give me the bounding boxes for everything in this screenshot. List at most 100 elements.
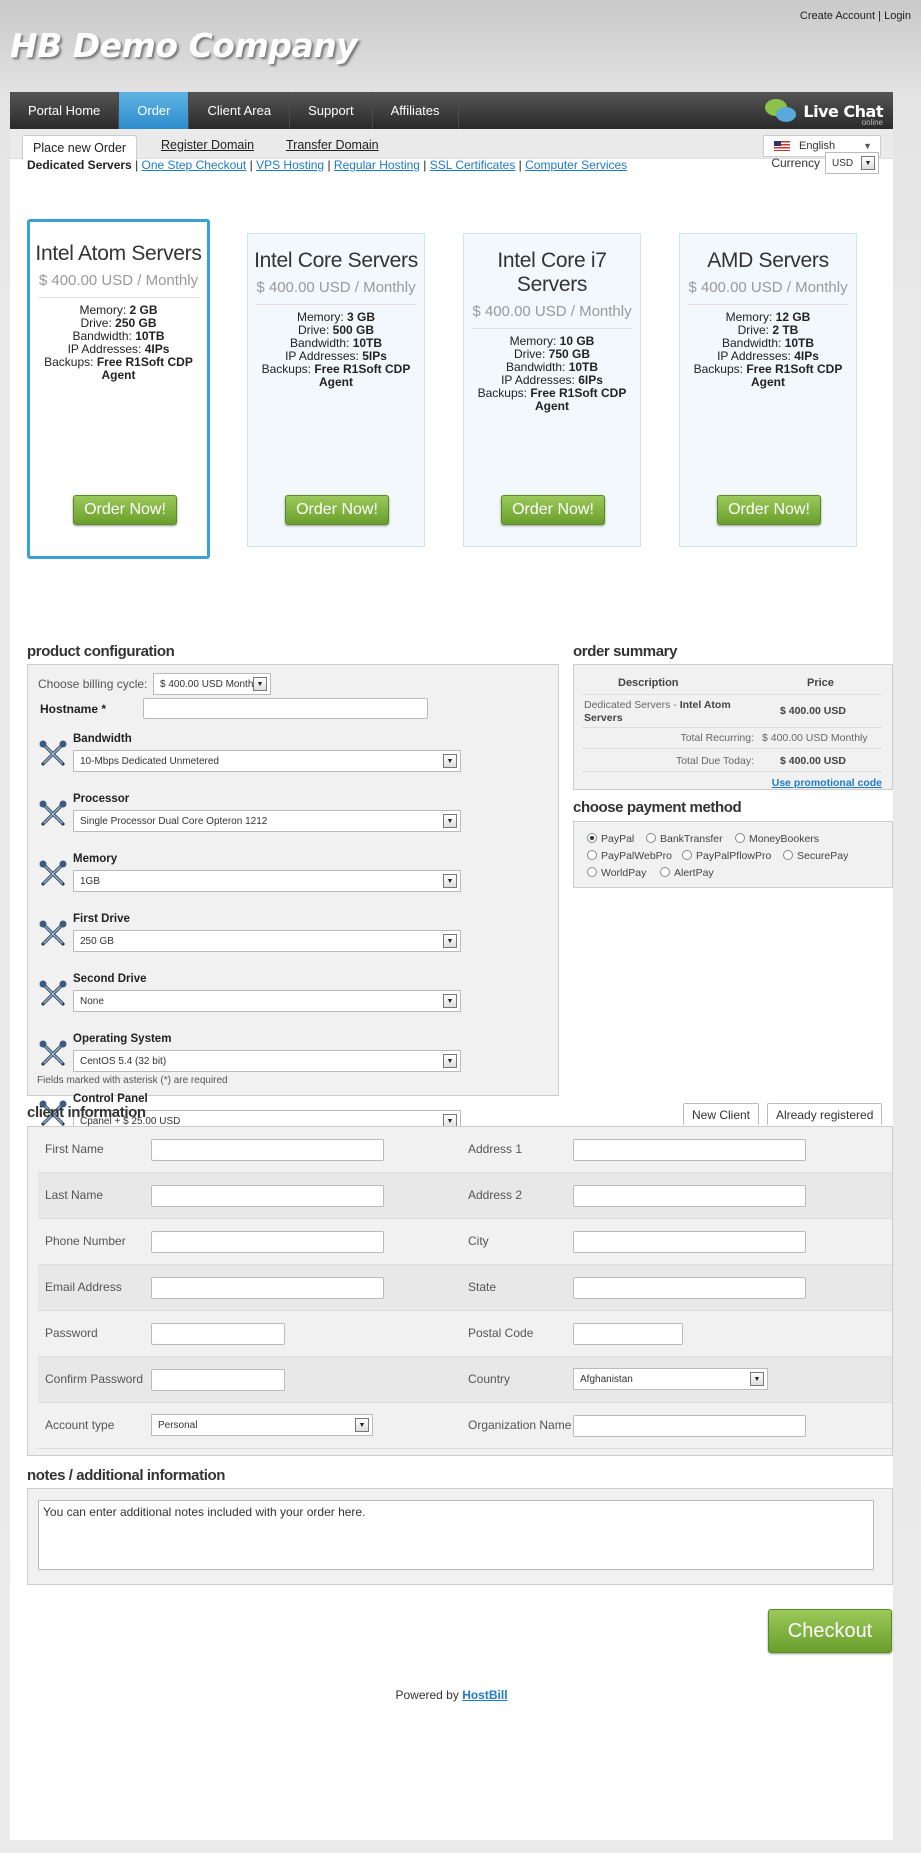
plan-card-amd[interactable]: AMD Servers $ 400.00 USD / Monthly Memor…: [679, 233, 857, 547]
plan-card-intel-atom[interactable]: Intel Atom Servers $ 400.00 USD / Monthl…: [27, 219, 210, 559]
account-type-select[interactable]: Personal ▼: [151, 1414, 373, 1436]
separator: |: [878, 10, 882, 22]
plan-card-intel-core[interactable]: Intel Core Servers $ 400.00 USD / Monthl…: [247, 233, 425, 547]
required-note: Fields marked with asterisk (*) are requ…: [37, 1075, 228, 1086]
config-option-label: Second Drive: [73, 973, 147, 985]
payment-option-securepay[interactable]: SecurePay: [783, 850, 848, 862]
client-field-input[interactable]: [573, 1415, 806, 1437]
nav-order[interactable]: Order: [119, 92, 190, 129]
tab-transfer-domain[interactable]: Transfer Domain: [286, 138, 379, 152]
radio-icon: [660, 867, 670, 877]
payment-option-paypalpflowpro[interactable]: PayPalPflowPro: [682, 850, 771, 862]
client-field-label: State: [468, 1280, 497, 1294]
product-configuration-panel: Choose billing cycle: $ 400.00 USD Month…: [27, 664, 559, 1132]
live-chat-button[interactable]: Live Chat online: [765, 96, 883, 127]
tab-register-domain[interactable]: Register Domain: [161, 138, 254, 152]
config-option-select[interactable]: CentOS 5.4 (32 bit) ▼: [73, 1050, 461, 1072]
create-account-link[interactable]: Create Account: [800, 10, 875, 22]
order-now-button[interactable]: Order Now!: [285, 495, 389, 525]
client-field-input[interactable]: [151, 1231, 384, 1253]
config-option-select[interactable]: None ▼: [73, 990, 461, 1012]
currency-select[interactable]: USD ▼: [825, 152, 879, 174]
config-option-select[interactable]: 1GB ▼: [73, 870, 461, 892]
order-summary-panel: Description Price Dedicated Servers - In…: [573, 664, 893, 790]
country-select[interactable]: Afghanistan ▼: [573, 1368, 768, 1390]
nav-client-area[interactable]: Client Area: [189, 92, 291, 129]
category-link-regular[interactable]: Regular Hosting: [334, 158, 420, 172]
billing-cycle-select[interactable]: $ 400.00 USD Monthly ▼: [153, 673, 271, 695]
hostbill-link[interactable]: HostBill: [462, 1688, 507, 1702]
client-field-label: Country: [468, 1372, 511, 1386]
client-info-row: Account type Personal ▼ Organization Name: [38, 1403, 892, 1449]
dropdown-arrow-icon: ▼: [253, 677, 267, 691]
dropdown-arrow-icon: ▼: [443, 814, 457, 828]
config-option-value: 1GB: [80, 875, 101, 887]
plan-name: Intel Core Servers: [254, 249, 418, 272]
tab-place-new-order[interactable]: Place new Order: [22, 135, 138, 160]
plan-name: Intel Atom Servers: [35, 242, 202, 265]
category-link-one-step[interactable]: One Step Checkout: [142, 158, 247, 172]
login-link[interactable]: Login: [884, 10, 911, 22]
client-field-input[interactable]: [151, 1277, 384, 1299]
payment-option-moneybookers[interactable]: MoneyBookers: [735, 833, 819, 845]
client-field-input[interactable]: [151, 1369, 285, 1391]
footer: Powered by HostBill: [10, 1688, 893, 1702]
client-info-row: Last Name Address 2: [38, 1173, 892, 1219]
summary-item-price: $ 400.00 USD: [780, 705, 846, 717]
plan-specs: Memory: 12 GB Drive: 2 TB Bandwidth: 10T…: [693, 310, 843, 389]
order-now-button[interactable]: Order Now!: [501, 495, 605, 525]
plan-specs: Memory: 10 GB Drive: 750 GB Bandwidth: 1…: [477, 334, 627, 413]
client-info-row: Password Postal Code: [38, 1311, 892, 1357]
checkout-button[interactable]: Checkout: [768, 1609, 892, 1653]
plan-card-intel-core-i7[interactable]: Intel Core i7 Servers $ 400.00 USD / Mon…: [463, 233, 641, 547]
hostname-input[interactable]: [143, 698, 428, 719]
category-link-vps[interactable]: VPS Hosting: [256, 158, 324, 172]
summary-item-description: Dedicated Servers - Intel Atom Servers: [584, 699, 731, 724]
client-information-panel: New Client Already registered First Name…: [27, 1103, 893, 1456]
client-field-input[interactable]: [573, 1323, 683, 1345]
category-link-computer[interactable]: Computer Services: [525, 158, 627, 172]
order-now-button[interactable]: Order Now!: [73, 495, 177, 525]
payment-option-banktransfer[interactable]: BankTransfer: [646, 833, 723, 845]
payment-option-paypalwebpro[interactable]: PayPalWebPro: [587, 850, 672, 862]
wrench-icon: [38, 799, 68, 829]
nav-support[interactable]: Support: [290, 92, 373, 129]
config-option-select[interactable]: Single Processor Dual Core Opteron 1212 ▼: [73, 810, 461, 832]
config-option-row: Operating System CentOS 5.4 (32 bit) ▼: [38, 1033, 538, 1078]
client-info-row: First Name Address 1: [38, 1127, 892, 1173]
plan-specs: Memory: 2 GB Drive: 250 GB Bandwidth: 10…: [44, 303, 193, 382]
current-category: Dedicated Servers: [27, 158, 132, 172]
client-field-input[interactable]: [151, 1139, 384, 1161]
notes-textarea[interactable]: [38, 1500, 874, 1570]
client-field-input[interactable]: [573, 1231, 806, 1253]
category-link-ssl[interactable]: SSL Certificates: [430, 158, 516, 172]
wrench-icon: [38, 1039, 68, 1069]
tab-new-client[interactable]: New Client: [683, 1103, 760, 1125]
client-field-input[interactable]: [573, 1139, 806, 1161]
plan-name: AMD Servers: [707, 249, 829, 272]
client-field-input[interactable]: [573, 1277, 806, 1299]
billing-cycle-label: Choose billing cycle:: [38, 677, 148, 691]
payment-option-alertpay[interactable]: AlertPay: [660, 867, 714, 879]
client-info-row: Confirm Password Country Afghanistan ▼: [38, 1357, 892, 1403]
radio-icon: [587, 850, 597, 860]
tab-already-registered[interactable]: Already registered: [767, 1103, 883, 1125]
config-option-value: Single Processor Dual Core Opteron 1212: [80, 815, 268, 827]
client-field-input[interactable]: [151, 1185, 384, 1207]
config-option-select[interactable]: 250 GB ▼: [73, 930, 461, 952]
promo-code-link[interactable]: Use promotional code: [772, 777, 882, 789]
client-field-input[interactable]: [151, 1323, 285, 1345]
config-option-row: Processor Single Processor Dual Core Opte…: [38, 793, 538, 838]
client-field-label: Phone Number: [45, 1234, 126, 1248]
config-option-value: CentOS 5.4 (32 bit): [80, 1055, 167, 1067]
nav-portal-home[interactable]: Portal Home: [10, 92, 120, 129]
config-option-select[interactable]: 10-Mbps Dedicated Unmetered ▼: [73, 750, 461, 772]
plan-price: $ 400.00 USD / Monthly: [688, 279, 848, 305]
nav-affiliates[interactable]: Affiliates: [373, 92, 459, 129]
order-now-button[interactable]: Order Now!: [717, 495, 821, 525]
company-logo[interactable]: HB Demo Company: [10, 26, 358, 65]
payment-option-paypal[interactable]: PayPal: [587, 833, 634, 845]
currency-selector: Currency USD ▼: [771, 152, 879, 174]
client-field-input[interactable]: [573, 1185, 806, 1207]
payment-option-worldpay[interactable]: WorldPay: [587, 867, 646, 879]
